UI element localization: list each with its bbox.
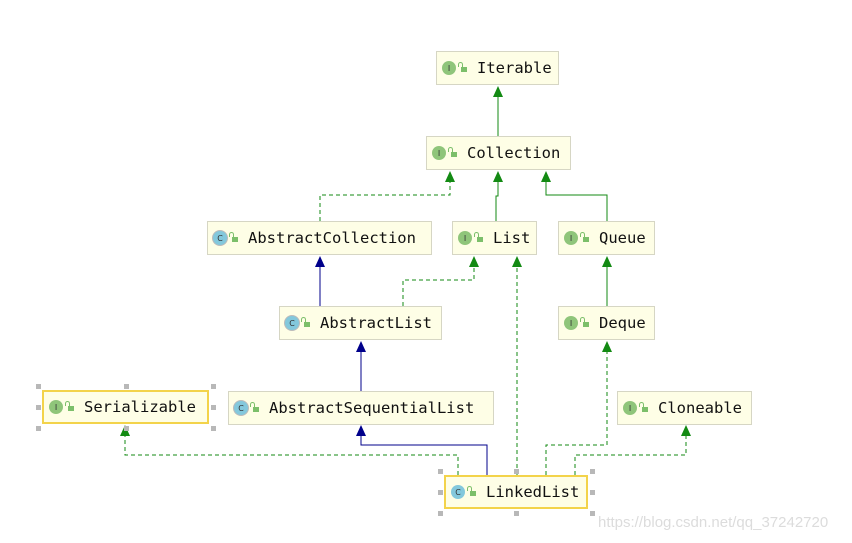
arrowhead xyxy=(541,171,551,182)
node-label: Queue xyxy=(599,229,646,247)
selection-handle[interactable] xyxy=(514,469,519,474)
arrowhead xyxy=(602,256,612,267)
selection-handle[interactable] xyxy=(36,426,41,431)
node-label: AbstractCollection xyxy=(248,229,416,247)
selection-handle[interactable] xyxy=(123,426,129,431)
selection-handle[interactable] xyxy=(211,426,216,431)
watermark: https://blog.csdn.net/qq_37242720 xyxy=(598,514,829,531)
public-access-icon xyxy=(229,232,238,242)
node-list[interactable]: I List xyxy=(452,221,537,255)
selection-handle[interactable] xyxy=(590,511,595,516)
node-label: LinkedList xyxy=(486,483,580,501)
edges-layer xyxy=(120,86,691,475)
arrowhead xyxy=(512,256,522,267)
node-abstract-collection[interactable]: C AbstractCollection xyxy=(207,221,432,255)
arrowhead xyxy=(356,341,366,352)
class-icon: C xyxy=(451,485,465,499)
interface-icon: I xyxy=(564,316,578,330)
public-access-icon xyxy=(458,62,467,72)
selection-handle[interactable] xyxy=(211,384,216,389)
node-label: AbstractSequentialList xyxy=(269,399,475,417)
selection-handle[interactable] xyxy=(590,469,595,474)
interface-icon: I xyxy=(49,400,63,414)
abstract-class-icon: C xyxy=(285,316,299,330)
edge-implements[interactable] xyxy=(545,351,608,475)
node-collection[interactable]: I Collection xyxy=(426,136,571,170)
arrowhead xyxy=(602,341,612,352)
node-abstract-sequential-list[interactable]: C AbstractSequentialList xyxy=(228,391,494,425)
selection-handle[interactable] xyxy=(36,405,41,410)
node-iterable[interactable]: I Iterable xyxy=(436,51,559,85)
arrowhead xyxy=(315,256,325,267)
node-label: AbstractList xyxy=(320,314,432,332)
node-label: Serializable xyxy=(84,398,196,416)
arrowhead xyxy=(469,256,479,267)
public-access-icon xyxy=(448,147,457,157)
node-serializable[interactable]: I Serializable xyxy=(42,390,209,424)
arrowhead xyxy=(356,425,366,436)
node-label: Iterable xyxy=(477,59,552,77)
node-label: Cloneable xyxy=(658,399,742,417)
node-linked-list[interactable]: C LinkedList xyxy=(444,475,588,509)
abstract-class-icon: C xyxy=(213,231,227,245)
selection-handle[interactable] xyxy=(514,511,519,516)
selection-handle[interactable] xyxy=(438,511,443,516)
arrowhead xyxy=(493,86,503,97)
node-queue[interactable]: I Queue xyxy=(558,221,655,255)
selection-handle[interactable] xyxy=(123,384,129,389)
selection-handle[interactable] xyxy=(438,490,443,495)
node-label: Deque xyxy=(599,314,646,332)
arrowhead xyxy=(445,171,455,182)
edge-extends-interface[interactable] xyxy=(545,181,608,221)
arrowhead xyxy=(493,171,503,182)
edge-implements[interactable] xyxy=(402,266,475,306)
interface-icon: I xyxy=(623,401,637,415)
interface-icon: I xyxy=(432,146,446,160)
node-label: Collection xyxy=(467,144,561,162)
edge-implements[interactable] xyxy=(124,435,459,475)
public-access-icon xyxy=(474,232,483,242)
public-access-icon xyxy=(250,402,259,412)
edge-extends-interface[interactable] xyxy=(495,181,499,221)
public-access-icon xyxy=(580,232,589,242)
abstract-class-icon: C xyxy=(234,401,248,415)
edge-implements[interactable] xyxy=(319,181,451,221)
node-deque[interactable]: I Deque xyxy=(558,306,655,340)
public-access-icon xyxy=(580,317,589,327)
node-abstract-list[interactable]: C AbstractList xyxy=(279,306,442,340)
public-access-icon xyxy=(301,317,310,327)
selection-handle[interactable] xyxy=(590,490,595,495)
interface-icon: I xyxy=(564,231,578,245)
public-access-icon xyxy=(65,401,74,411)
interface-icon: I xyxy=(442,61,456,75)
interface-icon: I xyxy=(458,231,472,245)
public-access-icon xyxy=(639,402,648,412)
node-cloneable[interactable]: I Cloneable xyxy=(617,391,752,425)
node-label: List xyxy=(493,229,531,247)
arrowhead xyxy=(681,425,691,436)
selection-handle[interactable] xyxy=(211,405,216,410)
selection-handle[interactable] xyxy=(36,384,41,389)
public-access-icon xyxy=(467,486,476,496)
selection-handle[interactable] xyxy=(438,469,443,474)
